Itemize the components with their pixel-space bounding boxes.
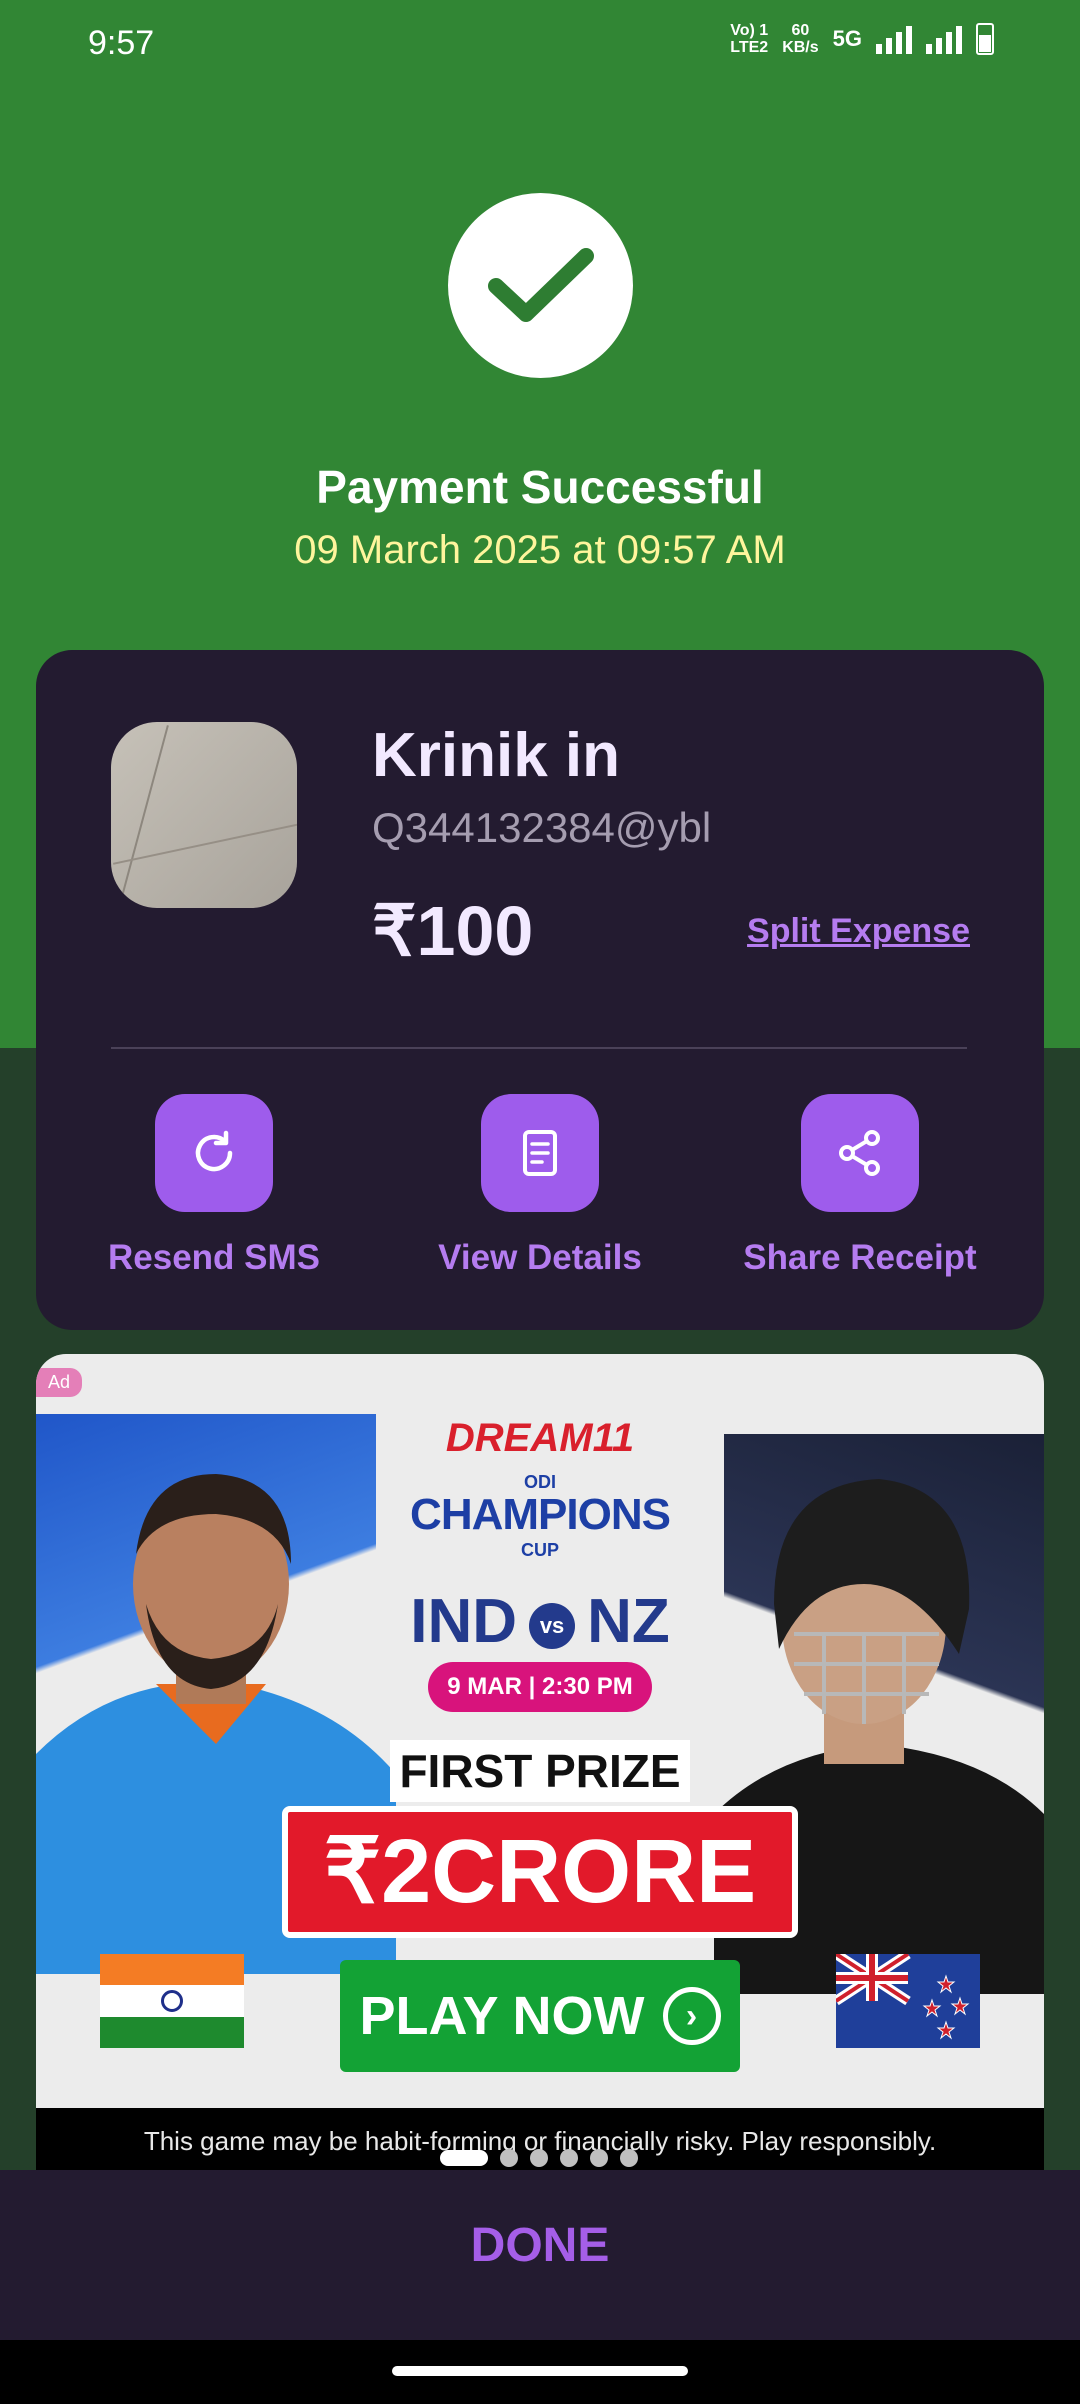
battery-icon (976, 23, 994, 55)
ad-cup-name: CHAMPIONS (410, 1490, 671, 1539)
payee-upi-id: Q344132384@ybl (372, 804, 712, 851)
volte-indicator: Vo) 1 LTE2 (730, 22, 769, 56)
resend-sms-action[interactable]: Resend SMS (84, 1094, 344, 1278)
payment-amount: ₹100 (372, 892, 534, 970)
home-indicator[interactable] (392, 2366, 688, 2376)
ad-badge: Ad (36, 1368, 83, 1397)
resend-sms-label: Resend SMS (108, 1238, 320, 1277)
carousel-indicator[interactable] (440, 2149, 638, 2167)
divider (111, 1047, 967, 1049)
network-speed: 60 KB/s (782, 22, 819, 56)
split-expense-link[interactable]: Split Expense (747, 912, 970, 951)
status-bar: 9:57 Vo) 1 LTE2 60 KB/s 5G (0, 0, 1080, 90)
carousel-dot[interactable] (620, 2149, 638, 2167)
success-check-icon (448, 193, 633, 378)
carousel-dot[interactable] (590, 2149, 608, 2167)
share-icon (839, 1130, 880, 1176)
new-zealand-flag-icon (836, 1954, 980, 2048)
done-button[interactable]: DONE (0, 2218, 1080, 2273)
share-receipt-action[interactable]: Share Receipt (730, 1094, 990, 1278)
payment-datetime: 09 March 2025 at 09:57 AM (294, 528, 786, 572)
ad-prize-amount: ₹2CRORE (282, 1806, 798, 1938)
play-now-button[interactable]: PLAY NOW › (340, 1960, 740, 2072)
carousel-dot[interactable] (560, 2149, 578, 2167)
ad-match-date: 9 MAR | 2:30 PM (428, 1662, 652, 1712)
ad-banner[interactable]: Ad DREAM11 ODI CHAMPIONS CUP IND vs NZ 9 M… (36, 1354, 1044, 2170)
carousel-dot[interactable] (500, 2149, 518, 2167)
system-nav-bar (0, 2340, 1080, 2404)
page-title: Payment Successful (316, 461, 764, 513)
view-details-action[interactable]: View Details (410, 1094, 670, 1278)
avatar (111, 722, 297, 908)
team-a: IND (410, 1587, 518, 1656)
india-flag-icon (100, 1954, 244, 2048)
vs-badge: vs (529, 1602, 576, 1649)
share-receipt-button[interactable] (801, 1094, 919, 1212)
status-icons: Vo) 1 LTE2 60 KB/s 5G (730, 22, 994, 56)
resend-sms-button[interactable] (155, 1094, 273, 1212)
share-receipt-label: Share Receipt (743, 1238, 977, 1277)
signal-icon-2 (926, 24, 962, 54)
signal-icon (876, 24, 912, 54)
ad-brand-logo: DREAM11 (445, 1416, 635, 1460)
status-time: 9:57 (88, 24, 155, 62)
carousel-dot[interactable] (530, 2149, 548, 2167)
ad-cup-bottom: CUP (520, 1540, 559, 1560)
carousel-dot-active[interactable] (440, 2150, 488, 2166)
payee-name: Krinik in (372, 721, 621, 790)
document-icon (523, 1130, 557, 1176)
refresh-icon (195, 1130, 233, 1172)
payment-card: Krinik in Q344132384@ybl ₹100 Split Expe… (36, 650, 1044, 1330)
view-details-button[interactable] (481, 1094, 599, 1212)
view-details-label: View Details (438, 1238, 642, 1277)
play-now-label: PLAY NOW (359, 1986, 645, 2046)
bottom-action-bar: DONE (0, 2170, 1080, 2340)
network-type: 5G (832, 26, 862, 51)
ad-match-teams: IND vs NZ (36, 1586, 1044, 1657)
chevron-right-icon: › (662, 1987, 721, 2045)
ad-first-prize-label: FIRST PRIZE (390, 1740, 690, 1802)
team-b: NZ (587, 1587, 670, 1656)
